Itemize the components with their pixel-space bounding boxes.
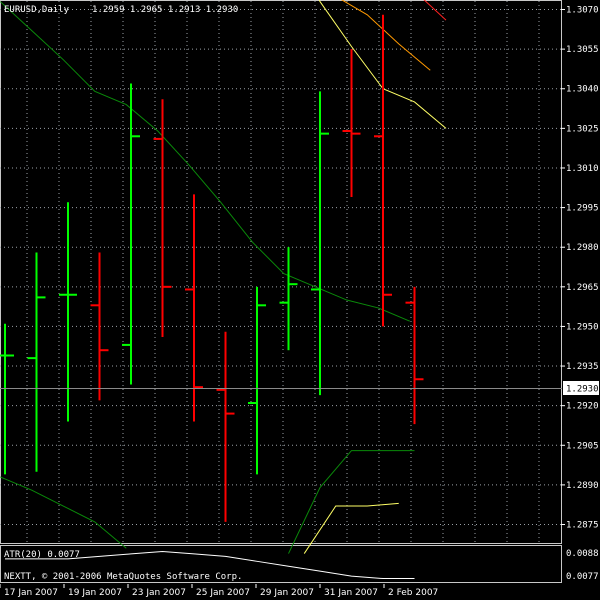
ohlc-bar[interactable] [311, 91, 329, 396]
price-axis-label: 1.2890 [566, 481, 599, 491]
price-axis-label: 1.3070 [566, 6, 599, 16]
ohlc-bar[interactable] [90, 252, 109, 401]
price-axis-label: 1.2965 [566, 283, 599, 293]
current-price-label: 1.2930 [566, 385, 599, 395]
ohlc-bar[interactable] [185, 194, 203, 422]
time-axis: 17 Jan 2007 19 Jan 2007 23 Jan 2007 25 Jan … [0, 584, 438, 598]
ohlc-bar[interactable] [405, 286, 424, 425]
atr-axis-label-top: 0.0088 [566, 549, 599, 559]
chart-window[interactable]: 1.2930 EURUSD,Daily 1.2959 1.2965 1.2913… [0, 0, 600, 600]
ohlc-bar[interactable] [374, 14, 392, 327]
price-axis-label: 1.3055 [566, 45, 599, 55]
time-axis-label: 17 Jan 2007 [4, 588, 58, 598]
atr-axis-label-bottom: 0.0077 [566, 572, 599, 582]
atr-title: ATR(20) 0.0077 [4, 550, 80, 560]
time-axis-label: 25 Jan 2007 [196, 588, 250, 598]
main-pane-frame [0, 0, 562, 544]
symbol-timeframe: EURUSD,Daily [4, 5, 70, 15]
price-axis-label: 1.2875 [566, 521, 599, 531]
ohlc-bar[interactable] [279, 247, 298, 351]
ohlc-bars[interactable] [0, 14, 424, 522]
envelope-upper-red [423, 0, 447, 21]
price-axis-label: 1.2920 [566, 402, 599, 412]
envelope-lower-yellow [303, 502, 399, 554]
price-axis-label: 1.2935 [566, 362, 599, 372]
moving-average-lower [0, 476, 127, 549]
grid [0, 1, 561, 543]
time-axis-label: 31 Jan 2007 [324, 588, 378, 598]
price-axis-label: 1.3010 [566, 164, 599, 174]
price-axis-label: 1.2905 [566, 441, 599, 451]
price-chart-canvas[interactable]: 1.2930 EURUSD,Daily 1.2959 1.2965 1.2913… [0, 0, 600, 600]
price-axis-label: 1.2950 [566, 322, 599, 332]
ohlc-bar[interactable] [27, 252, 46, 472]
time-axis-label: 29 Jan 2007 [260, 588, 314, 598]
price-axis-label: 1.3025 [566, 124, 599, 134]
time-axis-label: 19 Jan 2007 [68, 588, 122, 598]
ohlc-bar[interactable] [248, 286, 266, 475]
time-axis-label: 2 Feb 2007 [388, 588, 438, 598]
envelope-lower-green [288, 450, 415, 554]
price-axis-label: 1.2980 [566, 243, 599, 253]
ohlc-bar[interactable] [153, 99, 172, 337]
copyright-text: NEXTT, © 2001-2006 MetaQuotes Software C… [4, 572, 242, 582]
price-axis-label: 1.3040 [566, 85, 599, 95]
time-axis-label: 23 Jan 2007 [132, 588, 186, 598]
ohlc-bar[interactable] [0, 323, 14, 475]
price-axis-label: 1.2995 [566, 204, 599, 214]
price-axis: 1.3070 1.3055 1.3040 1.3025 1.3010 1.2995 1.29… [561, 6, 599, 531]
ohlc-bar[interactable] [342, 49, 361, 198]
ohlc-readout: 1.2959 1.2965 1.2913 1.2930 [92, 5, 238, 15]
